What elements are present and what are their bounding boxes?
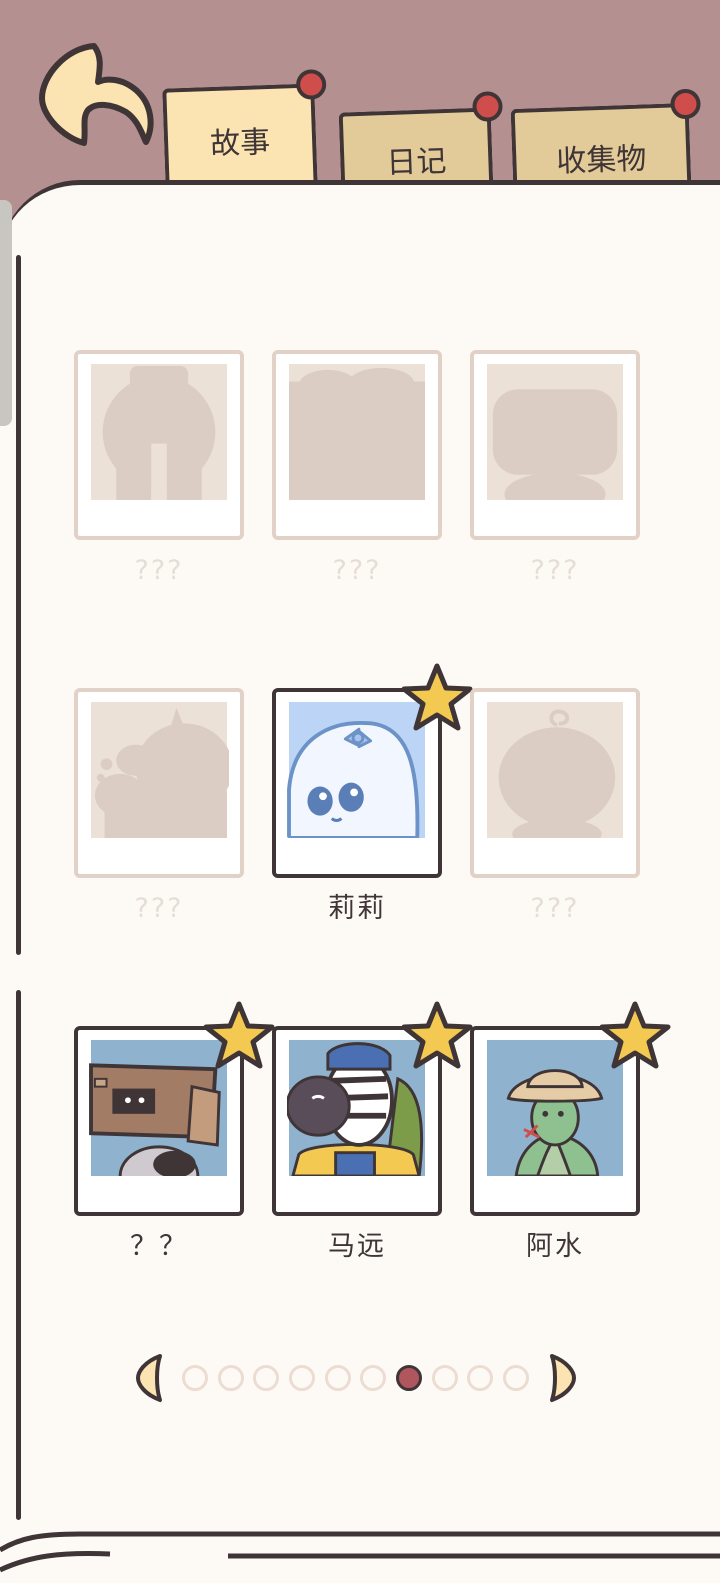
character-card: ??? (74, 350, 244, 588)
character-name: 马远 (328, 1231, 386, 1262)
card-frame[interactable] (272, 350, 442, 540)
page-dot[interactable] (360, 1365, 386, 1391)
star-icon (401, 1001, 473, 1069)
photo-slot (89, 702, 229, 838)
character-name: ？？ (130, 1231, 188, 1262)
page-dot[interactable] (432, 1365, 458, 1391)
card-frame[interactable] (470, 350, 640, 540)
character-card: ？？ (74, 1001, 275, 1264)
page-dot[interactable] (253, 1365, 279, 1391)
star-icon (203, 1001, 275, 1069)
photo-slot (485, 364, 625, 500)
star-icon (599, 1001, 671, 1069)
card-frame[interactable] (272, 663, 473, 878)
character-name: ??? (332, 555, 382, 586)
character-name: ??? (530, 893, 580, 924)
character-name: ??? (134, 555, 184, 586)
page-dot[interactable] (218, 1365, 244, 1391)
character-name: ??? (134, 893, 184, 924)
photo-slot (89, 364, 229, 500)
character-name: 莉莉 (328, 893, 386, 924)
character-card: 阿水 (470, 1001, 671, 1264)
character-name: ??? (530, 555, 580, 586)
page-dot[interactable] (182, 1365, 208, 1391)
locked-silhouette-icon (487, 364, 623, 500)
book-bottom-edge (0, 1531, 720, 1573)
photo-slot (485, 702, 625, 838)
photo-slot (287, 364, 427, 500)
page-dot-current[interactable] (396, 1365, 422, 1391)
page-dot[interactable] (289, 1365, 315, 1391)
tab-collection-label: 收集物 (555, 141, 648, 180)
character-card: ??? (470, 350, 640, 588)
locked-silhouette-icon (487, 702, 623, 838)
card-frame[interactable] (272, 1001, 473, 1216)
scrollbar[interactable] (0, 200, 12, 426)
tab-story-label: 故事 (209, 124, 271, 163)
card-frame[interactable] (74, 350, 244, 540)
character-card: ??? (470, 688, 640, 926)
pagination (134, 1352, 584, 1408)
back-arrow-icon[interactable] (36, 38, 156, 153)
card-frame[interactable] (470, 688, 640, 878)
prev-page-arrow-icon[interactable] (134, 1352, 164, 1404)
card-frame[interactable] (470, 1001, 671, 1216)
tab-story[interactable]: 故事 (162, 68, 327, 193)
locked-silhouette-icon (91, 702, 229, 838)
character-card: 马远 (272, 1001, 473, 1264)
page-dot[interactable] (325, 1365, 351, 1391)
star-icon (401, 663, 473, 731)
character-card: 莉莉 (272, 663, 473, 926)
page-spine-line (16, 255, 21, 955)
tab-diary-label: 日记 (385, 143, 448, 182)
page-dot[interactable] (467, 1365, 493, 1391)
character-name: 阿水 (526, 1231, 584, 1262)
card-frame[interactable] (74, 1001, 275, 1216)
locked-silhouette-icon (91, 364, 227, 500)
next-page-arrow-icon[interactable] (548, 1352, 578, 1404)
character-card: ??? (272, 350, 442, 588)
character-card: ??? (74, 688, 244, 926)
locked-silhouette-icon (289, 364, 425, 500)
card-frame[interactable] (74, 688, 244, 878)
page-dot[interactable] (503, 1365, 529, 1391)
page-spine-line (16, 990, 21, 1520)
